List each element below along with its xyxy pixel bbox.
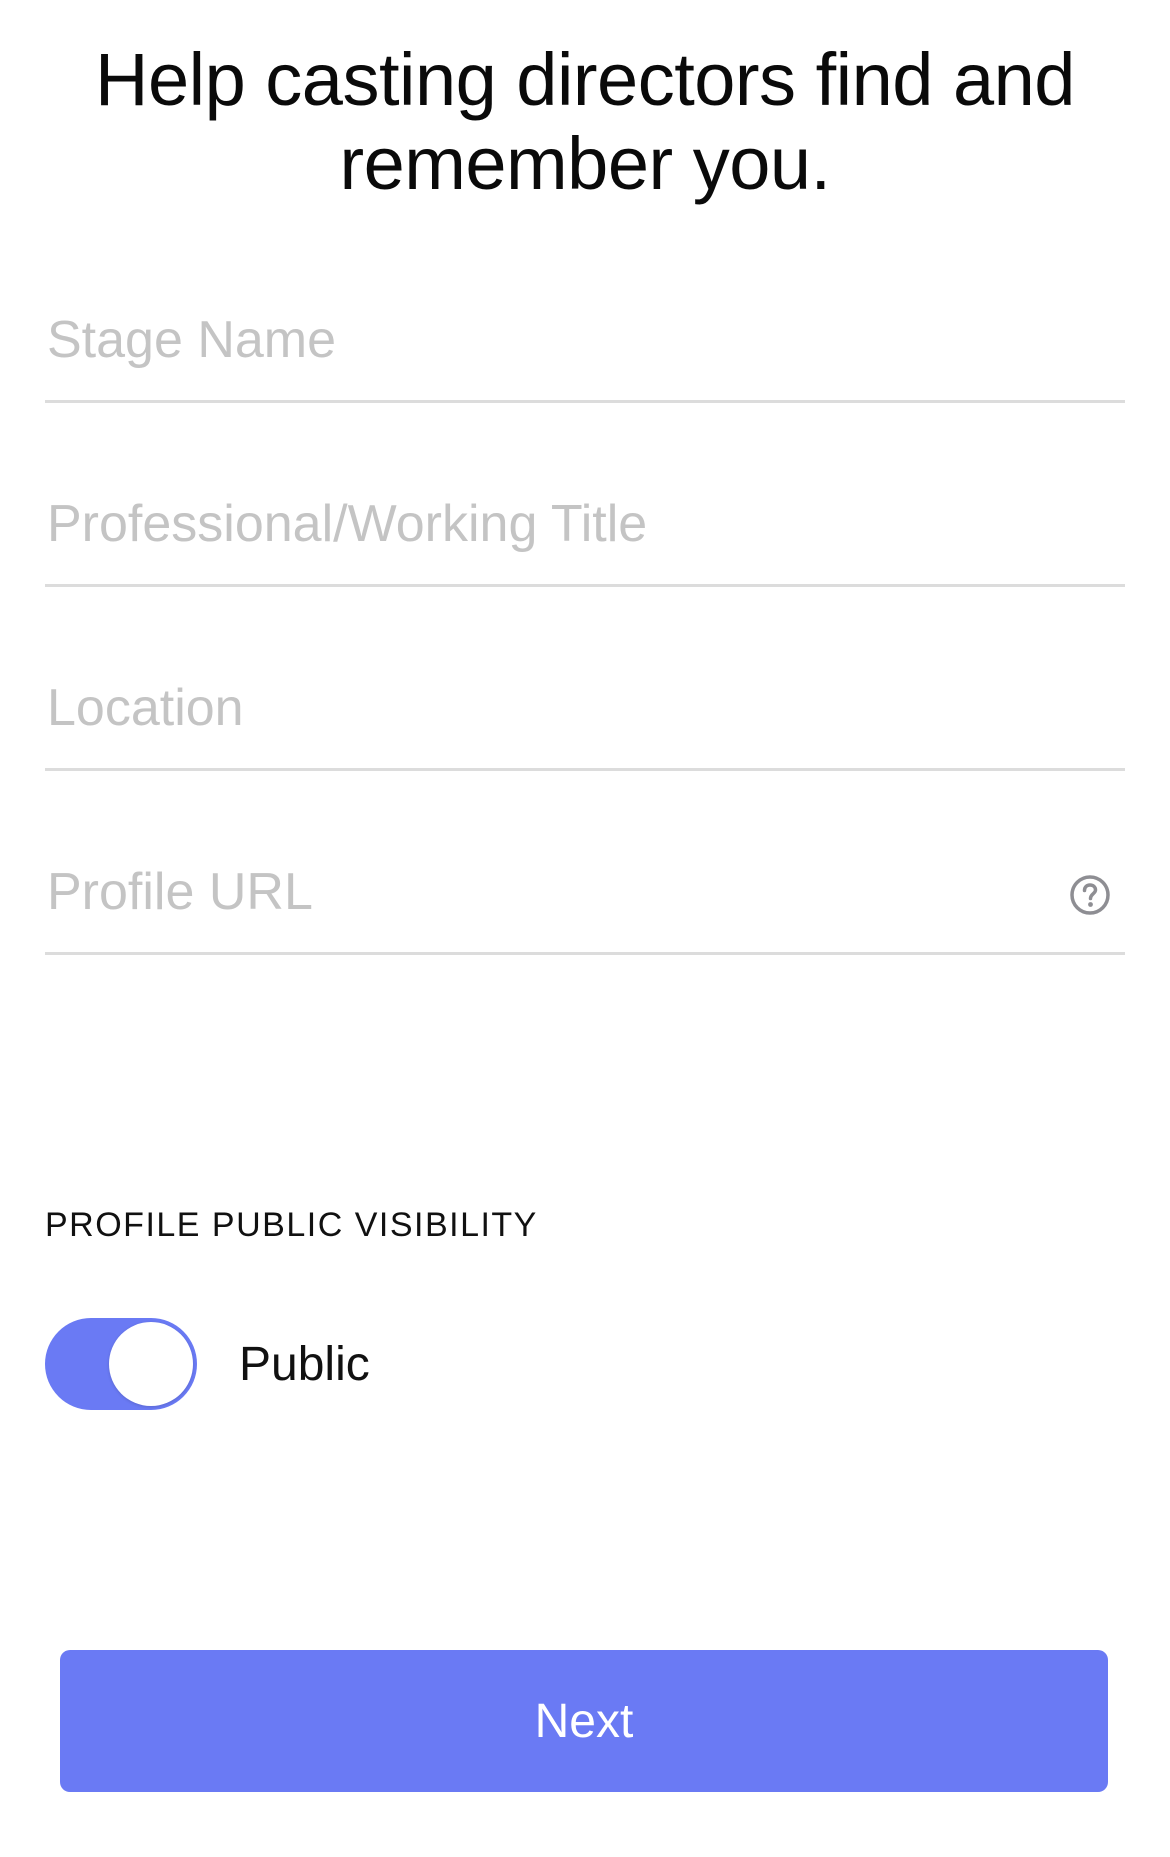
stage-name-input[interactable] xyxy=(45,280,1065,400)
location-input[interactable] xyxy=(45,648,1065,768)
location-field[interactable] xyxy=(45,648,1125,771)
visibility-section-label: PROFILE PUBLIC VISIBILITY xyxy=(45,1206,538,1244)
professional-title-field[interactable] xyxy=(45,464,1125,587)
next-button[interactable]: Next xyxy=(60,1650,1108,1792)
profile-url-field[interactable] xyxy=(45,832,1125,955)
toggle-label: Public xyxy=(239,1337,370,1391)
professional-title-input[interactable] xyxy=(45,464,1065,584)
stage-name-field[interactable] xyxy=(45,280,1125,403)
public-visibility-toggle[interactable] xyxy=(45,1318,197,1410)
profile-url-input[interactable] xyxy=(45,832,1065,952)
visibility-toggle-row: Public xyxy=(45,1318,370,1410)
toggle-knob xyxy=(109,1322,193,1406)
question-circle-icon[interactable] xyxy=(1069,874,1111,916)
page-title: Help casting directors find and remember… xyxy=(95,38,1075,205)
